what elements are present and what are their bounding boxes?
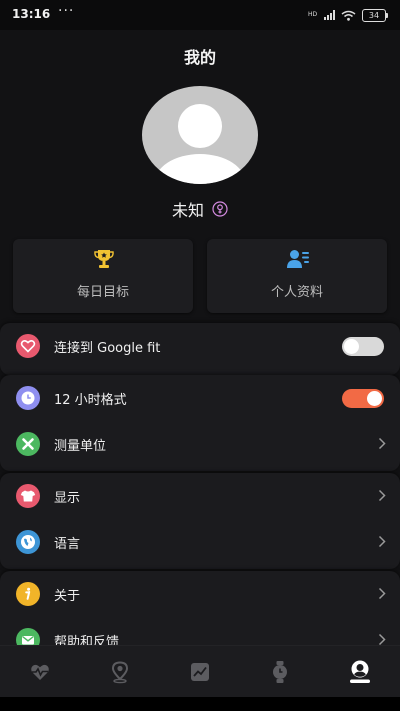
google-fit-label: 连接到 Google fit	[54, 341, 161, 356]
settings-group-format: 12 小时格式 测量单位	[0, 375, 400, 471]
gender-unknown-icon	[212, 201, 228, 217]
toggle-knob	[344, 339, 359, 354]
profile-tab[interactable]	[347, 659, 373, 685]
profile-card-icon	[287, 250, 309, 268]
username-row[interactable]: 未知	[0, 197, 400, 221]
globe-icon	[16, 530, 40, 554]
screen: 13:16 ··· HD 34 我的 未知 每日目标 个人资料 连接到 Goog…	[0, 0, 400, 711]
wifi-icon	[341, 10, 356, 21]
measure-units-label: 测量单位	[54, 439, 107, 454]
signal-icon	[324, 10, 335, 20]
setting-about[interactable]: 关于	[0, 571, 400, 617]
info-icon	[16, 582, 40, 606]
setting-time-format[interactable]: 12 小时格式	[0, 375, 400, 421]
daily-goal-card[interactable]: 每日目标	[13, 239, 193, 313]
location-tab[interactable]	[107, 659, 133, 685]
system-nav-bar	[0, 697, 400, 711]
username: 未知	[171, 201, 204, 220]
chevron-right-icon	[378, 535, 386, 548]
setting-language[interactable]: 语言	[0, 519, 400, 565]
heart-rate-tab[interactable]	[27, 659, 53, 685]
status-time: 13:16	[12, 7, 51, 21]
setting-display[interactable]: 显示	[0, 473, 400, 519]
avatar[interactable]	[142, 86, 258, 184]
more-dots-icon: ···	[58, 3, 75, 19]
personal-info-label: 个人资料	[270, 285, 323, 300]
google-fit-toggle[interactable]	[342, 337, 384, 356]
location-pin-icon	[111, 661, 129, 684]
heart-pulse-icon	[31, 664, 49, 680]
trophy-icon	[94, 250, 114, 268]
user-icon	[350, 660, 370, 683]
page-title: 我的	[183, 48, 216, 67]
toggle-knob	[367, 391, 382, 406]
clock-icon	[16, 386, 40, 410]
bottom-nav	[0, 645, 400, 698]
time-format-toggle[interactable]	[342, 389, 384, 408]
trend-tab[interactable]	[187, 659, 213, 685]
status-bar: 13:16 ··· HD 34	[0, 0, 400, 30]
chevron-right-icon	[378, 489, 386, 502]
heart-link-icon	[16, 334, 40, 358]
personal-info-card[interactable]: 个人资料	[207, 239, 387, 313]
battery-level: 34	[368, 10, 380, 20]
setting-measure-units[interactable]: 测量单位	[0, 421, 400, 467]
settings-group-display: 显示 语言	[0, 473, 400, 569]
network-type: HD	[308, 11, 318, 18]
display-label: 显示	[54, 491, 81, 506]
watch-icon	[273, 661, 287, 683]
setting-google-fit[interactable]: 连接到 Google fit	[0, 323, 400, 369]
settings-group-sync: 连接到 Google fit	[0, 323, 400, 375]
trend-chart-icon	[191, 663, 209, 681]
measure-icon	[16, 432, 40, 456]
battery-icon: 34	[362, 8, 388, 22]
daily-goal-label: 每日目标	[76, 285, 129, 300]
default-avatar-icon	[154, 104, 246, 184]
time-format-label: 12 小时格式	[54, 393, 127, 408]
shirt-icon	[16, 484, 40, 508]
status-indicators: HD 34	[308, 8, 388, 22]
chevron-right-icon	[378, 587, 386, 600]
watch-tab[interactable]	[267, 659, 293, 685]
chevron-right-icon	[378, 437, 386, 450]
language-label: 语言	[54, 537, 81, 552]
about-label: 关于	[54, 589, 81, 604]
